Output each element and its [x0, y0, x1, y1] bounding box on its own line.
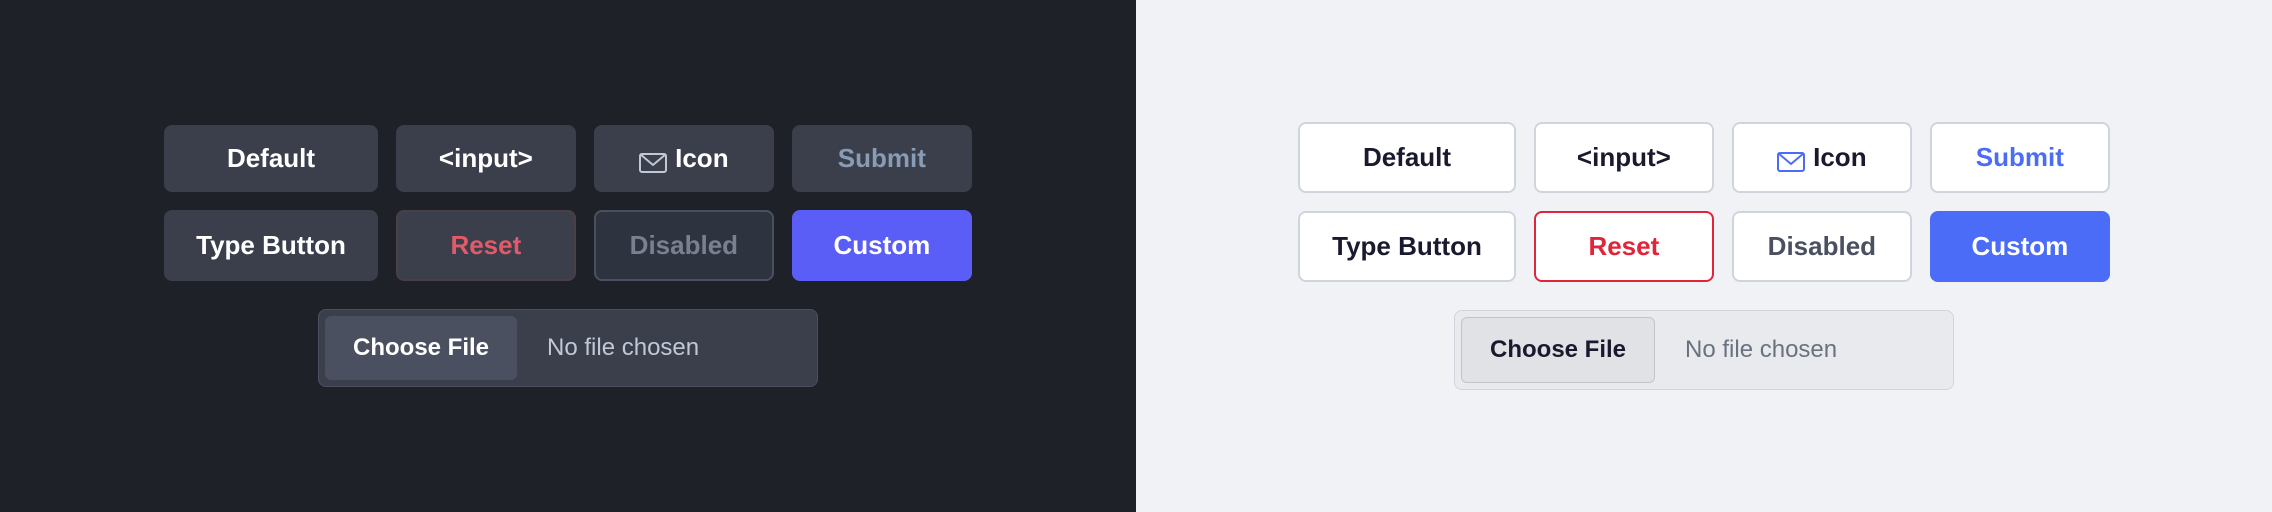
light-icon-btn-label: Icon [1813, 142, 1866, 173]
dark-btn-submit[interactable]: Submit [792, 125, 972, 192]
light-btn-reset[interactable]: Reset [1534, 211, 1714, 282]
dark-btn-disabled[interactable]: Disabled [594, 210, 774, 281]
dark-btn-type[interactable]: Type Button [164, 210, 378, 281]
light-choose-file-button[interactable]: Choose File [1461, 317, 1655, 383]
dark-icon-btn-label: Icon [675, 143, 728, 174]
light-btn-custom[interactable]: Custom [1930, 211, 2110, 282]
dark-no-file-label: No file chosen [523, 316, 723, 380]
light-btn-type[interactable]: Type Button [1298, 211, 1516, 282]
light-btn-submit[interactable]: Submit [1930, 122, 2110, 193]
mail-icon-light [1777, 148, 1805, 168]
light-panel: Default <input> Icon Submit Type Button … [1136, 0, 2272, 512]
dark-btn-reset[interactable]: Reset [396, 210, 576, 281]
light-btn-input[interactable]: <input> [1534, 122, 1714, 193]
dark-choose-file-button[interactable]: Choose File [325, 316, 517, 380]
light-btn-default[interactable]: Default [1298, 122, 1516, 193]
light-btn-icon[interactable]: Icon [1732, 122, 1912, 193]
dark-btn-icon[interactable]: Icon [594, 125, 774, 192]
light-btn-disabled[interactable]: Disabled [1732, 211, 1912, 282]
dark-button-grid: Default <input> Icon Submit Type Button … [164, 125, 972, 281]
mail-icon [639, 149, 667, 169]
light-button-grid: Default <input> Icon Submit Type Button … [1298, 122, 2110, 282]
dark-file-input[interactable]: Choose File No file chosen [318, 309, 818, 387]
dark-btn-default[interactable]: Default [164, 125, 378, 192]
light-no-file-label: No file chosen [1661, 318, 1861, 382]
light-file-input[interactable]: Choose File No file chosen [1454, 310, 1954, 390]
dark-btn-custom[interactable]: Custom [792, 210, 972, 281]
dark-btn-input[interactable]: <input> [396, 125, 576, 192]
dark-panel: Default <input> Icon Submit Type Button … [0, 0, 1136, 512]
